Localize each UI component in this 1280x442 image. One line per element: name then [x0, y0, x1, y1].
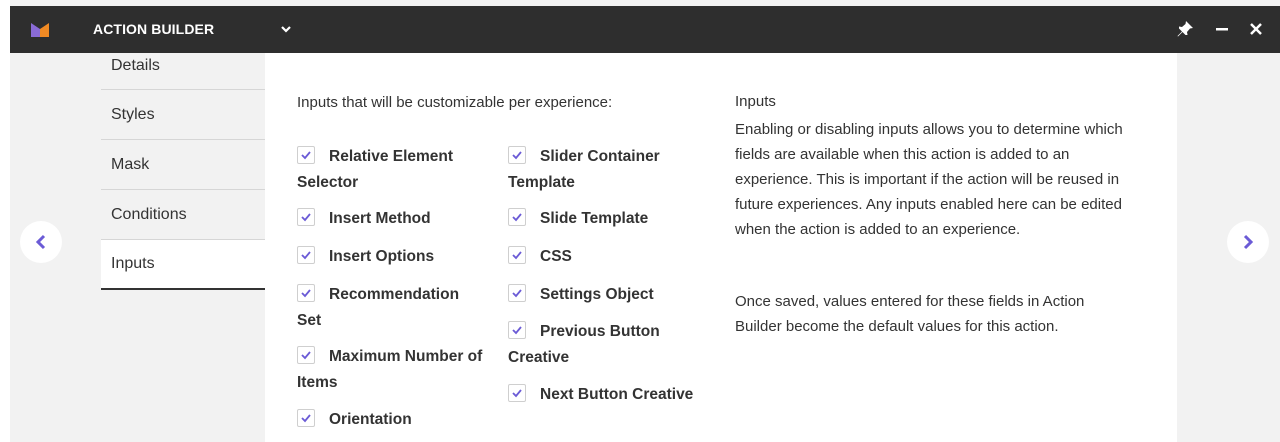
input-toggle-previous-button-creative[interactable]: Previous Button Creative — [508, 319, 708, 371]
checkbox-label: Insert Method — [329, 210, 431, 227]
pin-icon[interactable] — [1175, 19, 1195, 39]
checkbox-label: Settings Object — [540, 286, 654, 303]
checkbox-label: Relative Element Selector — [297, 148, 454, 191]
check-icon — [301, 289, 311, 298]
inputs-panel: Inputs that will be customizable per exp… — [265, 53, 1177, 442]
input-toggle-slide-template[interactable]: Slide Template — [508, 206, 718, 232]
previous-button[interactable] — [20, 221, 62, 263]
input-toggle-relative-element-selector[interactable]: Relative Element Selector — [297, 144, 477, 196]
check-icon — [512, 213, 522, 222]
check-icon — [301, 213, 311, 222]
checkbox[interactable] — [297, 346, 315, 364]
checkbox[interactable] — [297, 208, 315, 226]
sidebar-item-label: Inputs — [111, 255, 155, 272]
checkbox-label: Next Button Creative — [540, 386, 694, 403]
sidebar-item-styles[interactable]: Styles — [101, 90, 265, 140]
checkbox-label: Recommendation Set — [297, 286, 460, 329]
sidebar: Details Styles Mask Conditions Inputs — [101, 53, 265, 290]
input-toggle-orientation[interactable]: Orientation — [297, 407, 497, 433]
checkbox[interactable] — [508, 284, 526, 302]
checkbox-label: Slider Container Template — [508, 148, 660, 191]
check-icon — [512, 251, 522, 260]
check-icon — [512, 289, 522, 298]
checkbox[interactable] — [297, 284, 315, 302]
checkbox[interactable] — [508, 246, 526, 264]
chevron-right-icon — [1243, 234, 1254, 250]
input-toggle-insert-options[interactable]: Insert Options — [297, 244, 497, 270]
chevron-down-icon[interactable] — [277, 20, 295, 38]
brand-logo-icon — [31, 23, 49, 37]
checkbox-label: Previous Button Creative — [508, 323, 660, 366]
sidebar-item-label: Details — [111, 57, 160, 74]
minimize-icon[interactable] — [1212, 19, 1232, 39]
input-toggle-next-button-creative[interactable]: Next Button Creative — [508, 382, 728, 408]
input-toggle-css[interactable]: CSS — [508, 244, 718, 270]
checkbox[interactable] — [297, 409, 315, 427]
sidebar-item-inputs[interactable]: Inputs — [101, 240, 265, 290]
checkbox-label: CSS — [540, 248, 572, 265]
info-paragraph-1: Enabling or disabling inputs allows you … — [735, 121, 1123, 238]
input-toggle-settings-object[interactable]: Settings Object — [508, 282, 718, 308]
checkbox-label: Slide Template — [540, 210, 649, 227]
sidebar-item-conditions[interactable]: Conditions — [101, 190, 265, 240]
sidebar-item-label: Conditions — [111, 205, 187, 223]
panel-heading: Inputs that will be customizable per exp… — [297, 94, 613, 111]
checkbox-label: Orientation — [329, 411, 412, 428]
checkbox-label: Insert Options — [329, 248, 435, 265]
chevron-left-icon — [35, 234, 46, 250]
sidebar-item-label: Styles — [111, 105, 155, 123]
check-icon — [301, 251, 311, 260]
checkbox[interactable] — [297, 146, 315, 164]
check-icon — [512, 389, 522, 398]
app-title: ACTION BUILDER — [93, 21, 215, 37]
input-toggle-recommendation-set[interactable]: Recommendation Set — [297, 282, 477, 334]
input-toggle-maximum-number-of-items[interactable]: Maximum Number of Items — [297, 344, 487, 396]
sidebar-item-details[interactable]: Details — [101, 53, 265, 90]
close-icon[interactable] — [1246, 19, 1266, 39]
next-button[interactable] — [1227, 221, 1269, 263]
checkbox[interactable] — [508, 384, 526, 402]
sidebar-item-label: Mask — [111, 155, 150, 173]
sidebar-item-mask[interactable]: Mask — [101, 140, 265, 190]
info-title: Inputs — [735, 93, 776, 110]
check-icon — [301, 414, 311, 423]
check-icon — [301, 151, 311, 160]
input-toggle-slider-container-template[interactable]: Slider Container Template — [508, 144, 688, 196]
check-icon — [512, 326, 522, 335]
checkbox[interactable] — [508, 321, 526, 339]
input-toggle-insert-method[interactable]: Insert Method — [297, 206, 497, 232]
checkbox-label: Maximum Number of Items — [297, 348, 483, 391]
check-icon — [301, 351, 311, 360]
title-bar: ACTION BUILDER — [10, 6, 1280, 53]
checkbox[interactable] — [297, 246, 315, 264]
check-icon — [512, 151, 522, 160]
checkbox[interactable] — [508, 208, 526, 226]
checkbox[interactable] — [508, 146, 526, 164]
info-paragraph-2: Once saved, values entered for these fie… — [735, 293, 1085, 335]
